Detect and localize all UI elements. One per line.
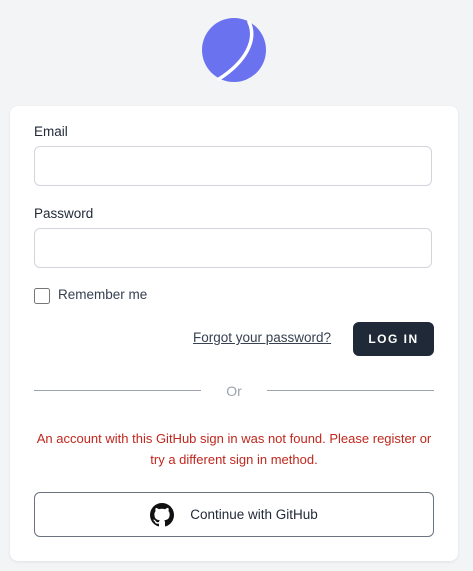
password-field[interactable] <box>34 228 432 268</box>
password-label: Password <box>34 206 94 221</box>
email-field[interactable] <box>34 146 432 186</box>
continue-with-github-button[interactable]: Continue with GitHub <box>34 492 434 537</box>
logo-icon <box>202 18 266 82</box>
remember-me-checkbox[interactable] <box>34 288 50 304</box>
forgot-password-link[interactable]: Forgot your password? <box>193 330 331 345</box>
divider-or-text: Or <box>226 383 242 399</box>
login-card: Email Password Remember me Forgot your p… <box>10 106 458 561</box>
github-icon <box>150 502 175 526</box>
email-label: Email <box>34 124 68 139</box>
login-button[interactable]: LOG IN <box>353 322 434 356</box>
github-button-label: Continue with GitHub <box>190 507 318 522</box>
error-message: An account with this GitHub sign in was … <box>36 431 432 467</box>
remember-me-label: Remember me <box>58 287 148 302</box>
divider-line-left <box>34 390 201 391</box>
divider-line-right <box>267 390 434 391</box>
